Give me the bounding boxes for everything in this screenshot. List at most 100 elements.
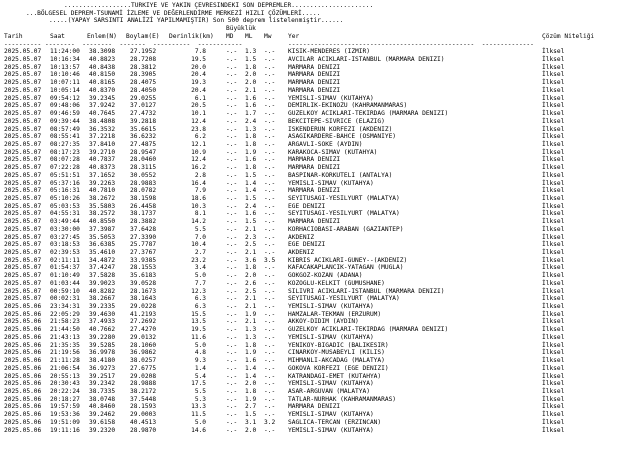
magnitude-label: Büyüklük [226, 25, 256, 33]
row-md: -.- [226, 333, 238, 341]
row-latitude: 38.2667 [89, 295, 116, 303]
row-depth: 5.5 [194, 387, 206, 395]
row-depth: 12.4 [191, 156, 206, 164]
row-longitude: 35.6615 [130, 125, 157, 133]
row-latitude: 35.4610 [89, 249, 116, 256]
table-row: 2025.05.07 09:39:44 38.4808 39.2818 12.4 -.- 2… [4, 118, 636, 126]
row-location: YEMISLI-SIMAV (KUTAHYA) [288, 94, 374, 102]
row-time: 08:27:35 [50, 140, 80, 148]
row-mw: -.- [264, 86, 276, 94]
col-header-mw: Mw [264, 32, 272, 40]
table-row: 2025.05.07 05:10:26 38.2672 38.1598 18.6 -.- 1… [4, 195, 636, 203]
row-longitude: 33.9385 [130, 256, 157, 264]
row-md: -.- [226, 110, 238, 118]
row-mw: -.- [264, 56, 276, 64]
row-mw: 3.5 [264, 256, 276, 264]
row-latitude: 39.2320 [89, 426, 116, 434]
row-md: -.- [226, 272, 238, 280]
row-solution: İlksel [542, 364, 565, 372]
row-ml: 1.8 [245, 164, 257, 172]
row-depth: 11.6 [191, 333, 206, 341]
table-row: 2025.05.06 19:51:09 39.6158 40.4513 5.0 -.- 3.… [4, 419, 636, 427]
row-location: SEYITUSAGI-YESILYURT (MALATYA) [288, 194, 400, 202]
row-location: BEKCITEPE-SIVRICE (ELAZIG) [288, 117, 385, 125]
row-time: 05:37:16 [50, 179, 80, 187]
row-mw: -.- [264, 48, 276, 56]
table-row: 2025.05.07 09:46:59 40.7645 27.4732 10.1 -.- 1… [4, 110, 636, 118]
row-time: 05:03:53 [50, 202, 80, 210]
row-latitude: 39.2280 [89, 333, 116, 341]
row-time: 03:27:45 [50, 233, 80, 241]
row-location: EGE DENIZI [288, 202, 326, 210]
row-depth: 2.7 [194, 249, 206, 256]
row-time: 21:19:56 [50, 349, 80, 357]
row-solution: İlksel [542, 86, 565, 94]
row-md: -.- [226, 318, 238, 326]
row-ml: 2.1 [245, 225, 257, 233]
row-ml: 1.3 [245, 48, 257, 56]
header-title: ..................TÜRKİYE VE YAKIN ÇEVRE… [64, 2, 374, 9]
row-depth: 7.7 [194, 279, 206, 287]
row-latitude: 37.5828 [89, 272, 116, 280]
table-row: 2025.05.07 07:22:28 40.8373 28.3115 16.2 -.- 1… [4, 164, 636, 172]
row-latitude: 40.7645 [89, 110, 116, 118]
row-ml: 3.6 [245, 256, 257, 264]
row-mw: -.- [264, 241, 276, 249]
separator-right: ----------------------------------------… [288, 40, 534, 48]
row-location: ASAGIKARDERE-BAHCE (OSMANIYE) [288, 133, 397, 141]
table-row: 2025.05.06 21:06:54 36.9273 27.6775 1.4 -.- 1.… [4, 365, 636, 373]
row-date: 2025.05.07 [4, 225, 42, 233]
row-latitude: 39.6158 [89, 418, 116, 426]
row-latitude: 37.2218 [89, 133, 116, 141]
table-row: 2025.05.06 20:30:43 39.2342 28.9888 17.5 -.- 2… [4, 380, 636, 388]
row-md: -.- [226, 233, 238, 241]
row-ml: 1.5 [245, 411, 257, 419]
row-md: -.- [226, 79, 238, 87]
row-longitude: 28.7208 [130, 56, 157, 64]
row-mw: -.- [264, 364, 276, 372]
row-longitude: 28.9883 [130, 179, 157, 187]
row-md: -.- [226, 202, 238, 210]
row-ml: 1.8 [245, 387, 257, 395]
row-location: MARMARA DENIZI [288, 79, 341, 87]
row-location: DEMIRLIK-EKINOZU (KAHRAMANMARAS) [288, 102, 408, 110]
row-date: 2025.05.07 [4, 148, 42, 156]
row-md: -.- [226, 56, 238, 64]
row-ml: 1.5 [245, 171, 257, 179]
row-mw: 3.2 [264, 418, 276, 426]
row-location: KAFACAKAPLANCIK-YATAGAN (MUGLA) [288, 264, 404, 272]
col-header-md: MD [226, 32, 234, 40]
table-row: 2025.05.07 02:39:53 35.4610 27.3767 2.7 -.- 2.… [4, 249, 636, 257]
row-md: -.- [226, 187, 238, 195]
row-depth: 10.3 [191, 202, 206, 210]
row-time: 20:22:24 [50, 387, 80, 395]
row-md: -.- [226, 63, 238, 71]
row-time: 02:11:11 [50, 256, 80, 264]
row-date: 2025.05.07 [4, 241, 42, 249]
row-location: SEYITUSAGI-YESILYURT (MALATYA) [288, 210, 400, 218]
row-ml: 1.4 [245, 372, 257, 380]
row-longitude: 26.4458 [130, 202, 157, 210]
row-md: -.- [226, 418, 238, 426]
row-ml: 3.1 [245, 418, 257, 426]
row-depth: 3.4 [194, 264, 206, 272]
row-longitude: 41.2193 [130, 310, 157, 318]
row-latitude: 39.9023 [89, 279, 116, 287]
row-date: 2025.05.06 [4, 372, 42, 380]
row-longitude: 29.0255 [130, 94, 157, 102]
col-header-longitude: Boylam(E) [126, 32, 160, 40]
row-solution: İlksel [542, 387, 565, 395]
row-mw: -.- [264, 341, 276, 349]
header-line-1: ..................TÜRKİYE VE YAKIN ÇEVRE… [4, 2, 636, 10]
row-depth: 7.9 [194, 187, 206, 195]
row-time: 09:48:06 [50, 102, 80, 110]
row-mw: -.- [264, 156, 276, 164]
row-latitude: 35.5053 [89, 233, 116, 241]
row-time: 01:10:49 [50, 272, 80, 280]
row-solution: İlksel [542, 264, 565, 272]
row-md: -.- [226, 349, 238, 357]
row-latitude: 40.7837 [89, 156, 116, 164]
row-md: -.- [226, 71, 238, 79]
row-ml: 2.1 [245, 86, 257, 94]
row-md: -.- [226, 426, 238, 434]
